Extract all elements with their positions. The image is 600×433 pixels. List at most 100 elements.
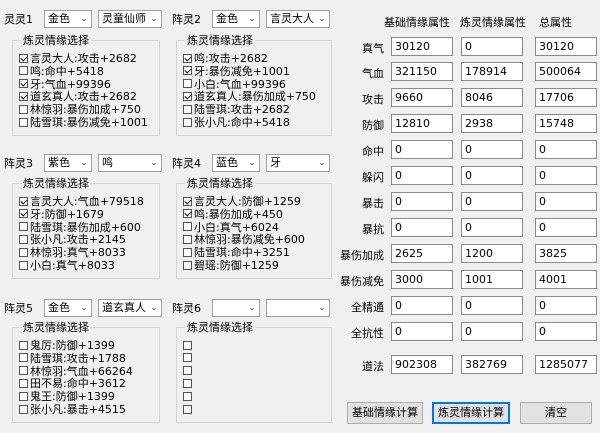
bond-option[interactable]: 鬼王:防御+1399 [19,391,115,403]
bond-option[interactable]: 鸣:命中+5418 [19,65,104,78]
bond-option[interactable]: 林惊羽:暴伤减免+600 [183,234,305,246]
stat-total-field[interactable]: 4001 [535,270,597,289]
checkbox[interactable] [183,209,192,219]
checkbox[interactable] [19,391,28,401]
checkbox[interactable] [183,79,192,89]
checkbox[interactable] [183,353,192,363]
stat-base-field[interactable]: 902308 [391,355,453,374]
stat-lianling-field[interactable]: 0 [461,296,523,315]
bond-option[interactable]: 鸣:暴伤加成+450 [183,208,283,221]
stat-base-field[interactable]: 2625 [391,244,453,263]
bond-option[interactable]: 小白:真气+8033 [19,260,115,272]
bond-option[interactable]: 小白:气血+99396 [183,78,286,91]
checkbox[interactable] [183,247,192,257]
slot-1-grade-select[interactable]: 金色 ⌄ [44,10,92,28]
stat-total-field[interactable]: 0 [535,140,597,159]
bond-option[interactable]: 鬼厉:防御+1399 [19,340,115,352]
checkbox[interactable] [19,66,28,76]
stat-lianling-field[interactable]: 0 [461,140,523,159]
checkbox[interactable] [19,404,28,414]
stat-total-field[interactable]: 0 [535,322,597,341]
checkbox[interactable] [19,366,28,376]
checkbox[interactable] [183,222,192,232]
bond-option[interactable]: 鸣:攻击+2682 [183,53,268,65]
stat-base-field[interactable]: 30120 [391,37,453,56]
stat-base-field[interactable]: 0 [391,192,453,211]
slot-3-grade-select[interactable]: 紫色 ⌄ [44,154,92,172]
stat-base-field[interactable]: 0 [391,322,453,341]
stat-total-field[interactable]: 1285077 [535,355,597,374]
slot-6-grade-select[interactable]: ⌄ [212,299,260,317]
stat-lianling-field[interactable]: 2938 [461,114,523,133]
checkbox[interactable] [19,104,28,114]
checkbox[interactable] [183,66,192,76]
stat-base-field[interactable]: 0 [391,296,453,315]
checkbox[interactable] [183,53,192,63]
slot-2-grade-select[interactable]: 金色 ⌄ [212,10,260,28]
stat-total-field[interactable]: 3825 [535,244,597,263]
stat-base-field[interactable]: 0 [391,140,453,159]
base-bond-calc-button[interactable]: 基础情缘计算 [347,402,423,424]
checkbox[interactable] [183,366,192,376]
checkbox[interactable] [19,340,28,350]
checkbox[interactable] [19,53,28,63]
bond-option[interactable]: 陆雪琪:攻击+1788 [19,352,126,365]
slot-5-grade-select[interactable]: 金色 ⌄ [44,299,92,317]
stat-base-field[interactable]: 9660 [391,88,453,107]
stat-total-field[interactable]: 17706 [535,88,597,107]
bond-option[interactable]: 林惊羽:暴伤加成+750 [19,104,141,116]
bond-option[interactable]: 言灵大人:防御+1259 [183,196,301,208]
stat-lianling-field[interactable]: 0 [461,322,523,341]
stat-lianling-field[interactable]: 382769 [461,355,523,374]
checkbox[interactable] [183,340,192,350]
checkbox[interactable] [183,196,192,206]
stat-lianling-field[interactable]: 0 [461,218,523,237]
stat-base-field[interactable]: 321150 [391,62,453,81]
stat-total-field[interactable]: 15748 [535,114,597,133]
slot-4-grade-select[interactable]: 蓝色 ⌄ [212,154,260,172]
checkbox[interactable] [19,353,28,363]
stat-lianling-field[interactable]: 0 [461,37,523,56]
checkbox[interactable] [183,404,192,414]
stat-total-field[interactable]: 0 [535,166,597,185]
bond-option[interactable]: 牙:气血+99396 [19,78,111,91]
checkbox[interactable] [183,391,192,401]
stat-total-field[interactable]: 0 [535,192,597,211]
lianling-bond-calc-button[interactable]: 炼灵情缘计算 [432,402,510,424]
slot-3-spirit-select[interactable]: 鸣 ⌄ [98,154,162,172]
bond-option[interactable] [183,391,194,403]
checkbox[interactable] [183,104,192,114]
slot-1-spirit-select[interactable]: 灵童仙师 ⌄ [98,10,162,28]
checkbox[interactable] [19,79,28,89]
bond-option[interactable]: 陆雪琪:暴伤加成+600 [19,221,141,234]
checkbox[interactable] [183,91,192,101]
bond-option[interactable]: 道玄真人:攻击+2682 [19,91,137,103]
bond-option[interactable]: 田不易:命中+3612 [19,378,126,390]
bond-option[interactable] [183,340,194,352]
bond-option[interactable]: 碧瑶:防御+1259 [183,260,279,272]
bond-option[interactable]: 道玄真人:暴伤加成+750 [183,91,316,103]
bond-option[interactable]: 小白:真气+6024 [183,221,279,234]
bond-option[interactable]: 陆雪琪:攻击+2682 [183,104,290,116]
stat-lianling-field[interactable]: 8046 [461,88,523,107]
bond-option[interactable]: 张小凡:攻击+2145 [19,234,126,246]
stat-lianling-field[interactable]: 178914 [461,62,523,81]
checkbox[interactable] [19,260,28,270]
slot-5-spirit-select[interactable]: 道玄真人 ⌄ [98,299,162,317]
bond-option[interactable] [183,353,194,365]
stat-base-field[interactable]: 0 [391,218,453,237]
stat-lianling-field[interactable]: 0 [461,192,523,211]
stat-base-field[interactable]: 0 [391,166,453,185]
checkbox[interactable] [183,234,192,244]
checkbox[interactable] [183,378,192,388]
bond-option[interactable]: 牙:防御+1679 [19,208,104,221]
bond-option[interactable]: 林惊羽:真气+8033 [19,247,126,259]
slot-6-spirit-select[interactable]: ⌄ [266,299,330,317]
bond-option[interactable] [183,404,194,416]
checkbox[interactable] [19,234,28,244]
stat-total-field[interactable]: 30120 [535,37,597,56]
checkbox[interactable] [183,117,192,127]
bond-option[interactable]: 陆雪琪:暴伤减免+1001 [19,117,148,129]
checkbox[interactable] [19,247,28,257]
checkbox[interactable] [19,117,28,127]
